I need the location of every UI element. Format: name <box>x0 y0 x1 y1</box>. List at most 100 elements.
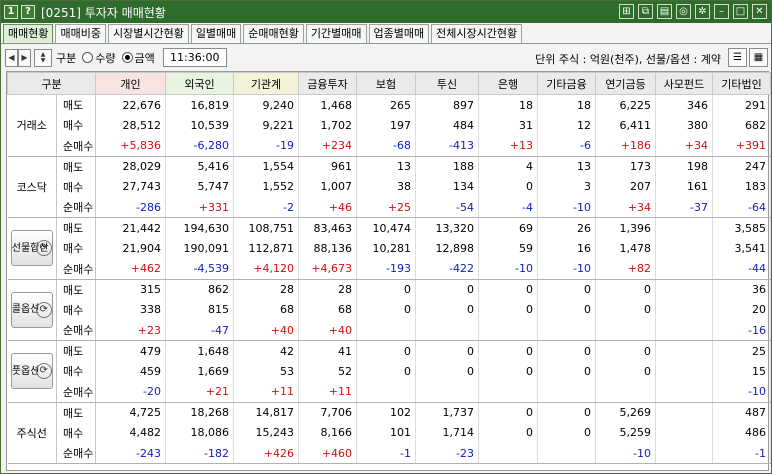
column-header-5[interactable]: 보험 <box>356 72 416 95</box>
value-cell: 1,552 <box>233 176 299 197</box>
group-cell[interactable]: 풋옵션 ⟳ <box>7 340 57 403</box>
value-cell: 183 <box>712 176 771 197</box>
column-header-6[interactable]: 투신 <box>415 72 479 95</box>
excel-export-icon[interactable]: ▦ <box>749 48 768 67</box>
group-cell[interactable]: 선물합산 ⟳ <box>7 217 57 280</box>
value-cell: +391 <box>712 135 771 157</box>
value-cell: 10,281 <box>356 238 416 259</box>
group-toggle-button[interactable]: 콜옵션 ⟳ <box>10 291 53 328</box>
row-label: 순매수 <box>56 320 96 341</box>
toolbar: ◀ ▶ ▲ ▼ 구분 수량 금액 11:36:00 단위 주식 : 억원(천주),… <box>1 44 771 71</box>
value-cell: 10,539 <box>165 115 234 136</box>
tab-4[interactable]: 순매매현황 <box>243 24 304 43</box>
value-cell: 487 <box>712 402 771 423</box>
value-cell <box>415 381 479 403</box>
value-cell: 134 <box>415 176 479 197</box>
print-icon[interactable]: ▤ <box>657 4 672 19</box>
value-cell: -193 <box>356 258 416 280</box>
updown-spinner-icon[interactable]: ▲ ▼ <box>34 48 52 67</box>
screen-number-icon[interactable]: 1 <box>4 5 18 19</box>
close-icon[interactable]: ✕ <box>752 4 767 19</box>
prev-arrow-icon[interactable]: ◀ <box>5 48 18 67</box>
tab-1[interactable]: 매매비중 <box>55 24 106 43</box>
value-cell: +40 <box>298 320 357 341</box>
value-cell: 27,743 <box>95 176 166 197</box>
group-cell[interactable]: 콜옵션 ⟳ <box>7 279 57 341</box>
link-icon[interactable]: ⊞ <box>619 4 634 19</box>
value-cell <box>655 402 713 423</box>
value-cell: 161 <box>655 176 713 197</box>
tab-6[interactable]: 업종별매매 <box>368 24 430 43</box>
tab-5[interactable]: 기간별매매 <box>305 24 367 43</box>
value-cell: 0 <box>595 299 656 320</box>
value-cell: -1 <box>712 443 771 464</box>
column-header-8[interactable]: 기타금융 <box>537 72 596 95</box>
table-row: 선물합산 ⟳ 매도 21,442 194,630 108,751 83,463 10,474 1… <box>7 217 771 280</box>
value-cell: -68 <box>356 135 416 157</box>
row-label: 매수 <box>56 299 96 320</box>
time-field[interactable]: 11:36:00 <box>162 48 227 67</box>
value-cell: 18 <box>478 94 538 115</box>
value-cell: 0 <box>537 340 596 361</box>
value-cell: 1,669 <box>165 361 234 382</box>
help-icon[interactable]: ? <box>21 5 35 19</box>
value-cell: -64 <box>712 197 771 218</box>
value-cell: 28 <box>298 279 357 300</box>
tab-2[interactable]: 시장별시간현황 <box>107 24 189 43</box>
next-arrow-icon[interactable]: ▶ <box>18 48 31 67</box>
column-header-7[interactable]: 은행 <box>478 72 538 95</box>
value-cell: 0 <box>595 279 656 300</box>
column-header-3[interactable]: 기관계 <box>233 72 299 95</box>
column-header-11[interactable]: 기타법인 <box>712 72 771 95</box>
value-cell: 0 <box>415 340 479 361</box>
value-cell: 0 <box>478 422 538 443</box>
group-name: 풋옵션 <box>11 365 40 377</box>
row-label: 매도 <box>56 94 96 115</box>
unit-text: 단위 주식 : 억원(천주), 선물/옵션 : 계약 <box>535 53 721 66</box>
value-cell: 0 <box>478 299 538 320</box>
value-cell: 1,468 <box>298 94 357 115</box>
value-cell: 6,411 <box>595 115 656 136</box>
value-cell: +4,120 <box>233 258 299 280</box>
group-toggle-button[interactable]: 선물합산 ⟳ <box>10 230 53 267</box>
group-toggle-button[interactable]: 풋옵션 ⟳ <box>10 353 53 390</box>
camera-icon[interactable]: ◎ <box>676 4 691 19</box>
column-header-4[interactable]: 금융투자 <box>298 72 357 95</box>
value-cell <box>537 381 596 403</box>
tab-0[interactable]: 매매현황 <box>3 24 54 43</box>
value-cell: 0 <box>415 279 479 300</box>
quantity-radio[interactable]: 수량 <box>82 50 116 66</box>
value-cell: 41 <box>298 340 357 361</box>
settings-icon[interactable]: ✲ <box>695 4 710 19</box>
amount-radio[interactable]: 금액 <box>121 50 155 66</box>
value-cell <box>655 422 713 443</box>
column-header-9[interactable]: 연기금등 <box>595 72 656 95</box>
value-cell: 247 <box>712 156 771 177</box>
tab-3[interactable]: 일별매매 <box>190 24 242 43</box>
table-row: 순매수 -20 +21 +11 +11 -10 <box>8 381 771 403</box>
column-header-0[interactable]: 구분 <box>7 72 96 95</box>
column-header-2[interactable]: 외국인 <box>165 72 234 95</box>
table-row: 매수 28,512 10,539 9,221 1,702 197 484 31 12 6,411 3… <box>8 115 771 136</box>
list-view-icon[interactable]: ☰ <box>728 48 747 67</box>
value-cell: 102 <box>356 402 416 423</box>
tab-7[interactable]: 전체시장시간현황 <box>431 24 523 43</box>
column-header-1[interactable]: 개인 <box>95 72 166 95</box>
table-row: 콜옵션 ⟳ 매도 315 862 28 28 0 0 0 0 0 36 <box>7 279 771 341</box>
column-header-10[interactable]: 사모펀드 <box>655 72 713 95</box>
maximize-icon[interactable]: □ <box>733 4 748 19</box>
value-cell: -19 <box>233 135 299 157</box>
tab-bar: 매매현황 매매비중 시장별시간현황 일별매매 순매매현황 기간별매매 업종별매매 전체시장시간… <box>3 24 524 44</box>
value-cell: 0 <box>537 279 596 300</box>
value-cell: +186 <box>595 135 656 157</box>
value-cell: -16 <box>712 320 771 341</box>
minimize-icon[interactable]: – <box>714 4 729 19</box>
value-cell: -10 <box>537 197 596 218</box>
value-cell <box>478 320 538 341</box>
copy-icon[interactable]: ⧉ <box>638 4 653 19</box>
value-cell: 53 <box>233 361 299 382</box>
value-cell: 4,482 <box>95 422 166 443</box>
value-cell: 12,898 <box>415 238 479 259</box>
row-label: 순매수 <box>56 443 96 464</box>
value-cell <box>356 381 416 403</box>
